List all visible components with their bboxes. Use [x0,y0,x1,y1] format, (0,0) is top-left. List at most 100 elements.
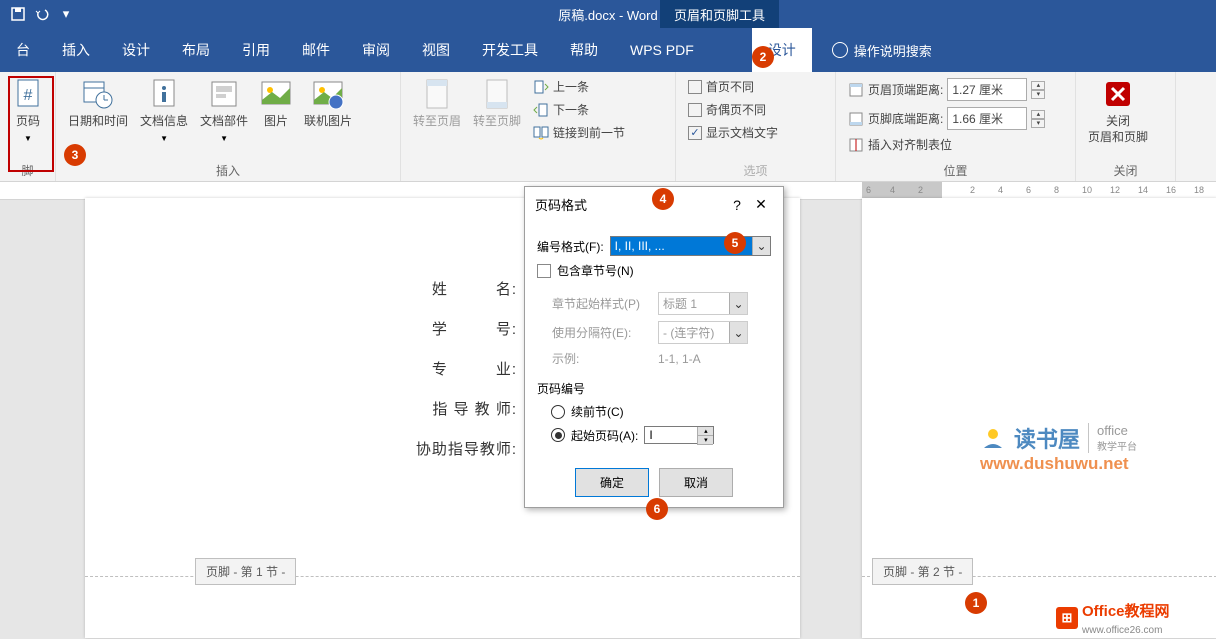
undo-icon[interactable] [34,6,50,22]
dropdown-arrow-icon: ⌄ [752,237,770,255]
dialog-help-button[interactable]: ? [725,197,749,213]
quick-parts-icon [208,78,240,110]
office-square-icon: ⊞ [1056,607,1078,629]
start-at-radio[interactable] [551,428,565,442]
spin-down[interactable]: ▾ [697,436,713,445]
ribbon-tabs: 台 插入 设计 布局 引用 邮件 审阅 视图 开发工具 帮助 WPS PDF 设… [0,28,1216,72]
tab-design[interactable]: 设计 [106,28,166,72]
diff-first-page-checkbox[interactable]: 首页不同 [684,76,782,97]
document-title: 原稿.docx - Word [558,5,657,24]
tab-mailings[interactable]: 邮件 [286,28,346,72]
next-button[interactable]: 下一条 [529,99,629,120]
link-icon [533,125,549,141]
lightbulb-icon [832,42,848,58]
picture-button[interactable]: 图片 [256,76,296,132]
group-label-footer: 脚 [8,160,47,181]
tab-view[interactable]: 视图 [406,28,466,72]
page-numbering-label: 页码编号 [537,380,771,397]
ok-button[interactable]: 确定 [575,468,649,497]
office-tutorial-watermark: ⊞ Office教程网 www.office26.com [1056,600,1170,636]
include-chapter-checkbox[interactable] [537,264,551,278]
continue-prev-radio[interactable] [551,405,565,419]
date-time-button[interactable]: 日期和时间 [64,76,132,132]
checkbox-checked-icon: ✓ [688,126,702,140]
align-tab-icon [848,137,864,153]
footer-distance-icon [848,111,864,127]
tab-hf-design[interactable]: 设计 [752,28,812,72]
page-2[interactable]: 页脚 - 第 2 节 - [862,198,1216,638]
tell-me-label: 操作说明搜索 [854,41,932,60]
tab-help[interactable]: 帮助 [554,28,614,72]
next-icon [533,102,549,118]
online-picture-icon [312,78,344,110]
checkbox-icon [688,80,702,94]
group-label-position: 位置 [844,160,1067,181]
form-label: 指 导 教 师: [415,398,525,419]
header-distance-icon [848,82,864,98]
doc-info-icon [148,78,180,110]
svg-text:#: # [24,87,33,104]
spinner[interactable]: ▴▾ [1031,110,1045,128]
close-header-footer-button[interactable]: 关闭 页眉和页脚 [1084,76,1152,147]
checkbox-icon [688,103,702,117]
calendar-clock-icon [82,78,114,110]
tab-review[interactable]: 审阅 [346,28,406,72]
previous-icon [533,79,549,95]
dushuwu-watermark: 读书屋 office 教学平台 www.dushuwu.net [980,422,1137,474]
number-format-select[interactable]: I, II, III, ... ⌄ [610,236,771,256]
footer-distance-input[interactable]: 1.66 厘米 [947,107,1027,130]
page-number-button[interactable]: # 页码 ▼ [8,76,48,145]
tell-me-search[interactable]: 操作说明搜索 [832,41,932,60]
spin-up[interactable]: ▴ [697,427,713,436]
tab-start[interactable]: 台 [0,28,46,72]
cancel-button[interactable]: 取消 [659,468,733,497]
spinner[interactable]: ▴▾ [1031,81,1045,99]
footer-tag-2: 页脚 - 第 2 节 - [872,558,973,585]
dialog-title: 页码格式 [535,195,725,214]
diff-odd-even-checkbox[interactable]: 奇偶页不同 [684,99,782,120]
tab-references[interactable]: 引用 [226,28,286,72]
footer-distance-row[interactable]: 页脚底端距离: 1.66 厘米 ▴▾ [844,105,1049,132]
title-bar: ▾ 原稿.docx - Word 页眉和页脚工具 [0,0,1216,28]
goto-header-icon [421,78,453,110]
person-icon [980,426,1006,450]
doc-info-button[interactable]: 文档信息 ▼ [136,76,192,145]
footer-tag-1: 页脚 - 第 1 节 - [195,558,296,585]
tab-developer[interactable]: 开发工具 [466,28,554,72]
align-tab-button[interactable]: 插入对齐制表位 [844,134,1049,155]
page-number-format-dialog: 页码格式 ? ✕ 编号格式(F): I, II, III, ... ⌄ 包含章节… [524,186,784,508]
header-distance-row[interactable]: 页眉顶端距离: 1.27 厘米 ▴▾ [844,76,1049,103]
online-picture-button[interactable]: 联机图片 [300,76,356,132]
link-previous-button[interactable]: 链接到前一节 [529,122,629,143]
goto-header-button: 转至页眉 [409,76,465,132]
start-at-spinbox[interactable]: ▴▾ [644,426,714,444]
goto-footer-button: 转至页脚 [469,76,525,132]
close-x-icon [1102,78,1134,110]
tab-layout[interactable]: 布局 [166,28,226,72]
form-label: 姓 名: [415,278,525,299]
dialog-close-button[interactable]: ✕ [749,196,773,213]
page-number-icon: # [12,78,44,110]
context-tool-label: 页眉和页脚工具 [660,0,779,30]
previous-button[interactable]: 上一条 [529,76,629,97]
form-label: 学 号: [415,318,525,339]
doc-parts-button[interactable]: 文档部件 ▼ [196,76,252,145]
form-label: 协助指导教师: [415,438,525,459]
dropdown-icon[interactable]: ▾ [58,6,74,22]
picture-icon [260,78,292,110]
dropdown-arrow-icon: ▼ [24,134,32,143]
tab-wps-pdf[interactable]: WPS PDF [614,30,710,70]
save-icon[interactable] [10,6,26,22]
number-format-label: 编号格式(F): [537,238,604,255]
chapter-style-select: 标题 1 ⌄ [658,292,748,315]
ribbon: # 页码 ▼ 脚 日期和时间 文档信息 ▼ 文档部件 ▼ [0,72,1216,182]
group-label-options: 选项 [684,160,827,181]
header-distance-input[interactable]: 1.27 厘米 [947,78,1027,101]
group-label-insert: 插入 [64,160,392,181]
tab-insert[interactable]: 插入 [46,28,106,72]
start-at-input[interactable] [649,428,689,442]
separator-select: - (连字符) ⌄ [658,321,748,344]
goto-footer-icon [481,78,513,110]
show-doc-text-checkbox[interactable]: ✓ 显示文档文字 [684,122,782,143]
form-label: 专 业: [415,358,525,379]
